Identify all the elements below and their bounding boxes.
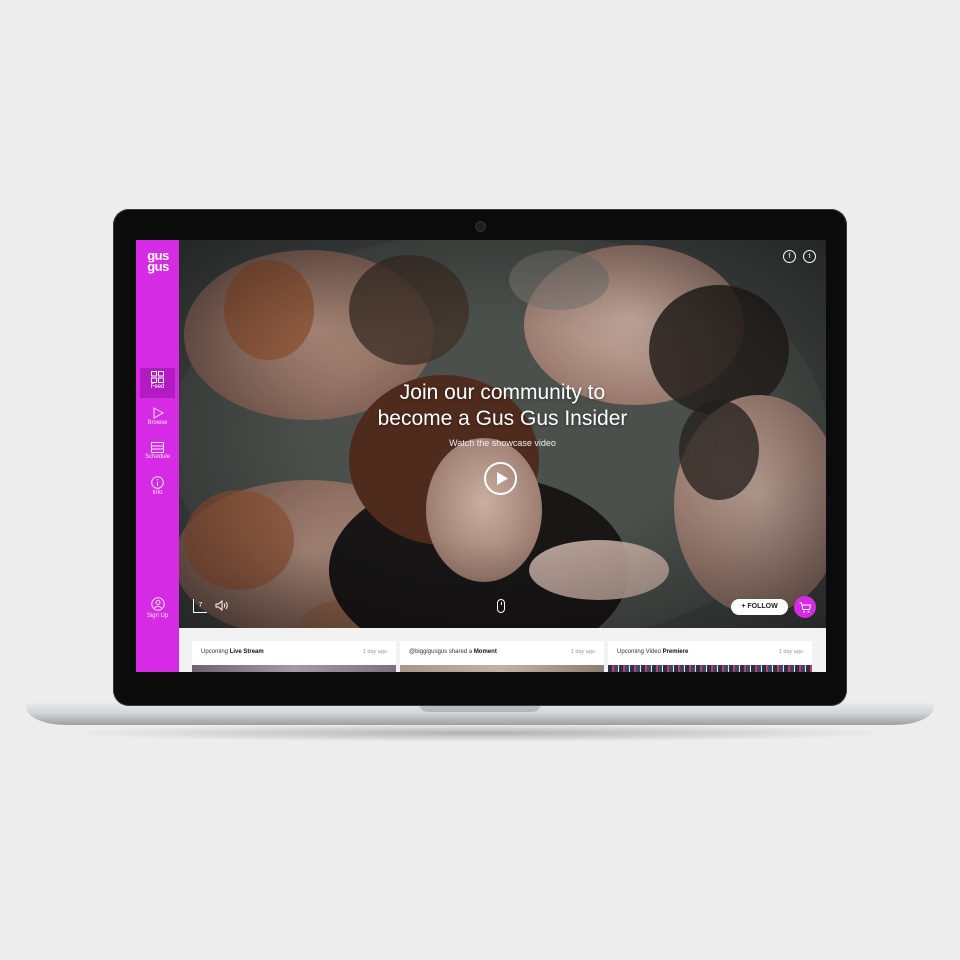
hero-subtitle: Watch the showcase video xyxy=(449,438,556,448)
webcam xyxy=(476,222,485,231)
card-emphasis: Premiere xyxy=(662,649,689,655)
card-title: @biggigusgus shared a Moment xyxy=(409,649,497,655)
card-thumbnail xyxy=(192,665,396,672)
card-title: Upcoming Live Stream xyxy=(201,649,264,655)
card-timestamp: 1 day ago xyxy=(778,649,803,655)
logo-line-2: gus xyxy=(147,259,169,274)
feed-card[interactable]: Upcoming Video Premiere 1 day ago xyxy=(608,641,812,672)
episode-number: 7 xyxy=(198,602,203,609)
sidebar: gus gus Feed Browse Schedule Info Sign U… xyxy=(136,240,179,672)
sidebar-item-label: Info xyxy=(152,490,163,496)
feed-card[interactable]: Upcoming Live Stream 1 day ago xyxy=(192,641,396,672)
laptop-base xyxy=(26,703,934,725)
sidebar-item-label: Schedule xyxy=(144,454,171,460)
list-icon xyxy=(151,442,164,453)
info-icon xyxy=(151,476,164,489)
hero-title: Join our community to become a Gus Gus I… xyxy=(179,380,826,432)
card-title: Upcoming Video Premiere xyxy=(617,649,688,655)
screen: gus gus Feed Browse Schedule Info Sign U… xyxy=(136,240,826,672)
volume-icon[interactable] xyxy=(215,600,229,611)
episode-counter[interactable]: 7 xyxy=(193,599,207,613)
play-icon xyxy=(497,472,508,485)
grid-icon xyxy=(151,371,164,383)
card-emphasis: Live Stream xyxy=(229,649,264,655)
card-prefix: Upcoming xyxy=(201,649,230,655)
facebook-glyph: f xyxy=(788,253,791,260)
sidebar-item-label: Browse xyxy=(147,420,168,426)
card-prefix: Upcoming Video xyxy=(617,649,663,655)
laptop-shadow xyxy=(60,724,900,742)
card-prefix: @biggigusgus shared a xyxy=(409,649,474,655)
card-timestamp: 1 day ago xyxy=(570,649,595,655)
card-thumbnail xyxy=(608,665,812,672)
feed-section: Upcoming Live Stream 1 day ago @biggigus… xyxy=(179,628,826,672)
hero-banner: f t Join our community to become a Gus G… xyxy=(179,240,826,628)
sidebar-item-browse[interactable]: Browse xyxy=(140,404,175,434)
feed-card[interactable]: @biggigusgus shared a Moment 1 day ago xyxy=(400,641,604,672)
sidebar-item-schedule[interactable]: Schedule xyxy=(140,439,175,469)
hero-title-line-2: become a Gus Gus Insider xyxy=(377,407,628,430)
cart-button[interactable] xyxy=(794,596,816,618)
logo[interactable]: gus gus xyxy=(142,249,174,274)
user-circle-icon xyxy=(150,597,165,611)
sidebar-item-feed[interactable]: Feed xyxy=(140,368,175,398)
scroll-mouse-icon xyxy=(497,599,505,613)
facebook-icon[interactable]: f xyxy=(783,250,796,263)
play-video-button[interactable] xyxy=(484,462,517,495)
card-timestamp: 1 day ago xyxy=(362,649,387,655)
follow-label: FOLLOW xyxy=(747,603,778,610)
twitter-glyph: t xyxy=(808,253,811,260)
laptop-lid: gus gus Feed Browse Schedule Info Sign U… xyxy=(113,209,847,706)
follow-button[interactable]: + FOLLOW xyxy=(731,599,788,615)
signup-label: Sign Up xyxy=(146,613,169,619)
twitter-icon[interactable]: t xyxy=(803,250,816,263)
cart-icon xyxy=(799,602,811,613)
play-outline-icon xyxy=(153,407,164,419)
hero-photo xyxy=(179,240,826,628)
card-thumbnail xyxy=(400,665,604,672)
sidebar-item-info[interactable]: Info xyxy=(140,473,175,503)
card-emphasis: Moment xyxy=(473,649,497,655)
sidebar-item-signup[interactable]: Sign Up xyxy=(140,597,175,619)
hero-title-line-1: Join our community to xyxy=(399,381,606,404)
sidebar-item-label: Feed xyxy=(150,384,165,390)
